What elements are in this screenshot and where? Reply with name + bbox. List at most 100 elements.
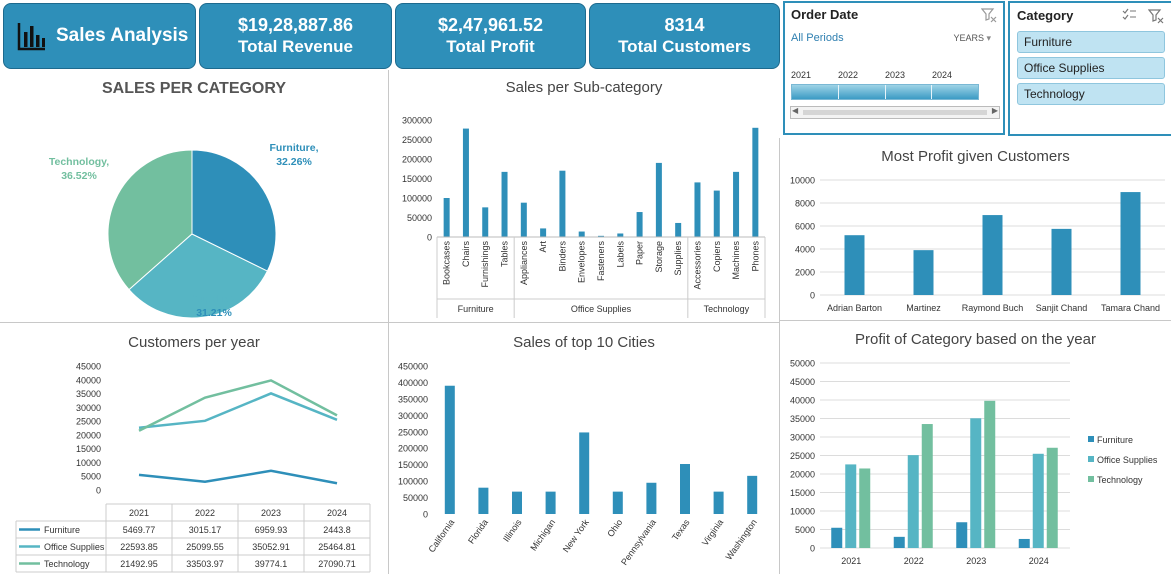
y-tick-label: 150000 [402,174,432,184]
pie-chart: Furniture, 32.26% Supplies, 31.21% Techn… [49,142,319,319]
x-tick-label: Sanjit Chand [1036,303,1088,313]
kpi-value: $19,28,887.86 [237,15,354,35]
pie-chart-panel: SALES PER CATEGORY Furniture, 32.26% Sup… [0,70,388,322]
time-level-dropdown[interactable]: YEARS ▾ [953,33,991,44]
y-tick-label: 30000 [790,433,815,443]
x-tick-label: Texas [670,517,692,542]
y-tick-label: 250000 [398,427,428,437]
table-cell: 21492.95 [120,559,158,569]
kpi-total-revenue: $19,28,887.86 Total Revenue [199,3,392,69]
x-tick-label: Illinois [501,517,524,544]
clear-filter-icon[interactable] [1148,8,1164,24]
category-slicer[interactable]: Category Furniture Office Supplies Techn… [1008,1,1171,136]
scroll-right-icon[interactable]: ▶ [992,106,999,115]
x-tick-label: Tables [500,241,510,268]
bar [636,212,643,237]
y-tick-label: 450000 [398,362,428,372]
bar [646,482,657,514]
y-tick-label: 200000 [402,155,432,165]
category-item-label: Technology [1024,87,1085,101]
y-tick-label: 0 [810,291,815,301]
timeline-scrollbar[interactable]: ◀ ▶ [790,106,1000,119]
table-cell: 5469.77 [123,525,156,535]
y-tick-label: 250000 [402,135,432,145]
order-date-slicer[interactable]: Order Date All Periods YEARS ▾ 2021 2022… [783,1,1005,135]
x-tick-label: Accessories [692,241,702,290]
category-item-furniture[interactable]: Furniture [1017,31,1165,53]
y-tick-label: 20000 [76,430,101,440]
x-tick-label: Labels [615,241,625,268]
y-tick-label: 400000 [398,378,428,388]
bar-furniture [956,522,968,548]
app-title: Sales Analysis [56,25,189,46]
group-label: Technology [704,304,750,314]
y-tick-label: 45000 [76,362,101,372]
legend-label: Furniture [1097,435,1133,445]
pie-label-office-supplies: Supplies, [191,293,238,305]
bar-office-supplies [970,418,982,548]
bar-office-supplies [845,464,857,548]
x-tick-label: Adrian Barton [827,303,882,313]
bar [520,202,527,237]
bar-technology [984,400,996,548]
legend-label: Office Supplies [1097,455,1158,465]
pie-pct-office-supplies: 31.21% [196,307,232,319]
x-tick-label: 2024 [1029,556,1049,566]
clear-filter-icon[interactable] [981,7,997,23]
bar [752,127,759,237]
legend-label: Technology [1097,475,1143,485]
app-title-card: Sales Analysis [3,3,196,69]
bar-technology [1046,447,1058,548]
y-tick-label: 300000 [398,411,428,421]
y-tick-label: 30000 [76,403,101,413]
bar [612,491,623,514]
category-item-office-supplies[interactable]: Office Supplies [1017,57,1165,79]
category-item-label: Office Supplies [1024,61,1105,75]
y-tick-label: 8000 [795,199,815,209]
category-item-technology[interactable]: Technology [1017,83,1165,105]
bar [482,207,489,237]
bar-furniture [1018,538,1030,548]
group-label: Office Supplies [571,304,632,314]
table-cell: 25464.81 [318,542,356,552]
x-tick-label: Virginia [700,517,725,547]
bar-office-supplies [907,455,919,548]
table-cell: 22593.85 [120,542,158,552]
kpi-total-profit: $2,47,961.52 Total Profit [395,3,586,69]
x-tick-label: Storage [654,241,664,273]
table-cell: 35052.91 [252,542,290,552]
category-item-label: Furniture [1024,35,1073,49]
y-tick-label: 150000 [398,460,428,470]
multi-select-icon[interactable] [1122,8,1137,22]
bar [1120,192,1141,295]
x-tick-label: Art [538,241,548,253]
y-tick-label: 45000 [790,377,815,387]
kpi-total-customers: 8314 Total Customers [589,3,780,69]
y-tick-label: 10000 [76,458,101,468]
table-cell: 6959.93 [255,525,288,535]
scroll-left-icon[interactable]: ◀ [791,106,798,115]
bar [617,233,624,237]
cities-chart-panel: Sales of top 10 Cities 0 50000 100000 15000… [389,323,779,574]
y-tick-label: 50000 [403,493,428,503]
x-tick-label: 2022 [904,556,924,566]
y-tick-label: 35000 [790,414,815,424]
x-tick-label: Pennsylvania [619,517,658,567]
timeline-bar[interactable] [791,84,979,100]
y-tick-label: 10000 [790,176,815,186]
group-label: Furniture [458,304,494,314]
bar-office-supplies [1032,453,1044,548]
profit-customers-bar-chart: 0 2000 4000 6000 8000 10000 Adrian Barton Marti… [790,176,1165,313]
x-tick-label: Raymond Buch [962,303,1024,313]
legend-swatch [1088,456,1094,462]
kpi-value: 8314 [664,15,705,35]
timeline-year: 2024 [932,70,953,80]
timeline-year: 2023 [885,70,906,80]
bar [1051,228,1072,295]
legend-label: Technology [44,559,90,569]
all-periods-label: All Periods [791,32,844,44]
legend-swatch [1088,476,1094,482]
y-tick-label: 25000 [76,417,101,427]
pie-pct-technology: 36.52% [61,170,97,182]
cities-bar-chart: 0 50000 100000 150000 200000 250000 300000 3500… [398,362,759,568]
